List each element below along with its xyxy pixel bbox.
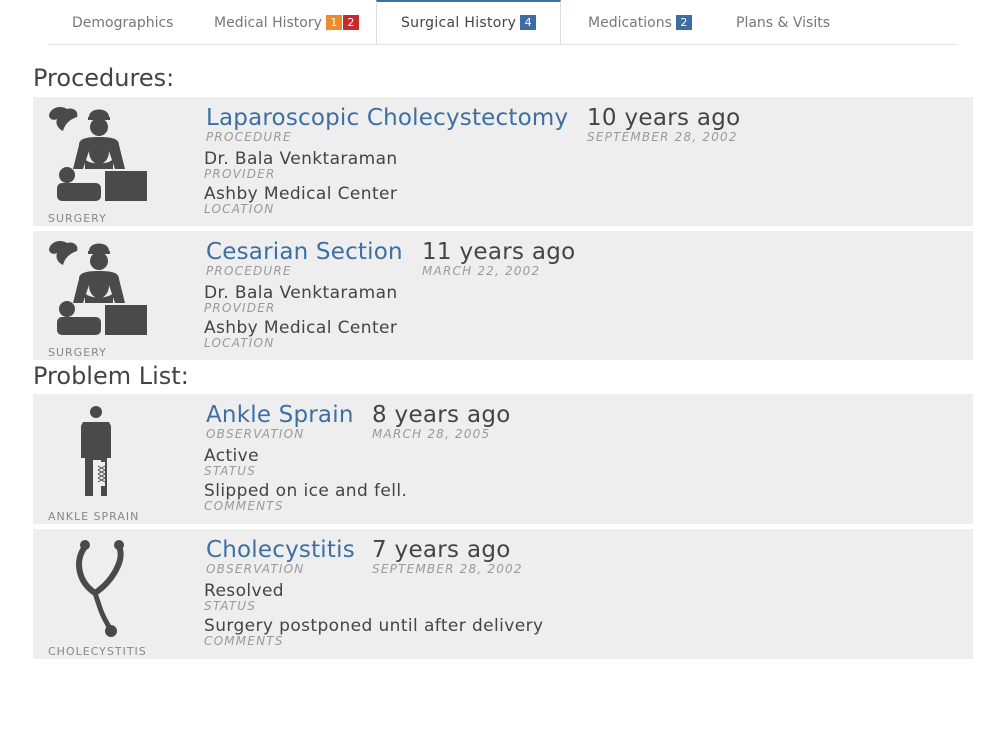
tab-bar: Demographics Medical History 1 2 Surgical … xyxy=(48,0,958,45)
absolute-date: SEPTEMBER 28, 2002 xyxy=(372,562,523,576)
provider-value: Dr. Bala Venktaraman xyxy=(204,283,398,303)
problem-type-label: OBSERVATION xyxy=(206,427,305,441)
tab-label: Medical History xyxy=(214,15,322,31)
comments-value: Surgery postponed until after delivery xyxy=(204,616,544,636)
tab-demographics[interactable]: Demographics xyxy=(72,0,173,44)
crutch-person-icon xyxy=(45,400,155,510)
tab-label: Surgical History xyxy=(401,15,517,31)
tab-surgical-history[interactable]: Surgical History 4 xyxy=(376,0,562,44)
absolute-date: MARCH 28, 2005 xyxy=(372,427,491,441)
procedure-title-link[interactable]: Laparoscopic Cholecystectomy xyxy=(206,105,568,131)
comments-label: COMMENTS xyxy=(204,634,284,648)
provider-value: Dr. Bala Venktaraman xyxy=(204,149,398,169)
location-label: LOCATION xyxy=(204,336,275,350)
location-value: Ashby Medical Center xyxy=(204,184,398,204)
absolute-date: SEPTEMBER 28, 2002 xyxy=(587,130,738,144)
tab-plans-visits[interactable]: Plans & Visits xyxy=(736,0,830,44)
icon-label: CHOLECYSTITIS xyxy=(48,645,147,658)
comments-label: COMMENTS xyxy=(204,499,284,513)
comments-value: Slipped on ice and fell. xyxy=(204,481,408,501)
icon-label: ANKLE SPRAIN xyxy=(48,510,140,523)
status-label: STATUS xyxy=(204,599,257,613)
problem-type-label: OBSERVATION xyxy=(206,562,305,576)
badge-count: 1 xyxy=(325,15,342,30)
relative-date: 7 years ago xyxy=(372,537,511,563)
provider-label: PROVIDER xyxy=(204,167,276,181)
status-value: Resolved xyxy=(204,581,284,601)
procedure-type-label: PROCEDURE xyxy=(206,264,292,278)
location-label: LOCATION xyxy=(204,202,275,216)
status-value: Active xyxy=(204,446,259,466)
icon-label: SURGERY xyxy=(48,212,107,225)
problem-title-link[interactable]: Ankle Sprain xyxy=(206,402,354,428)
tab-medical-history[interactable]: Medical History 1 2 xyxy=(214,0,359,44)
badge-count: 4 xyxy=(520,15,537,30)
problem-card: ANKLE SPRAIN Ankle Sprain OBSERVATION 8 … xyxy=(33,394,973,524)
procedure-type-label: PROCEDURE xyxy=(206,130,292,144)
problem-list-heading: Problem List: xyxy=(33,362,189,390)
procedures-heading: Procedures: xyxy=(33,64,175,92)
tab-medications[interactable]: Medications 2 xyxy=(588,0,692,44)
problem-card: CHOLECYSTITIS Cholecystitis OBSERVATION … xyxy=(33,529,973,659)
relative-date: 11 years ago xyxy=(422,239,576,265)
surgeon-icon xyxy=(45,237,155,347)
location-value: Ashby Medical Center xyxy=(204,318,398,338)
provider-label: PROVIDER xyxy=(204,301,276,315)
badge-count: 2 xyxy=(342,15,359,30)
relative-date: 8 years ago xyxy=(372,402,511,428)
surgeon-icon xyxy=(45,103,155,213)
badge-count: 2 xyxy=(675,15,692,30)
stethoscope-icon xyxy=(45,535,155,645)
status-label: STATUS xyxy=(204,464,257,478)
icon-label: SURGERY xyxy=(48,346,107,359)
procedure-title-link[interactable]: Cesarian Section xyxy=(206,239,403,265)
problem-title-link[interactable]: Cholecystitis xyxy=(206,537,355,563)
absolute-date: MARCH 22, 2002 xyxy=(422,264,541,278)
relative-date: 10 years ago xyxy=(587,105,741,131)
procedure-card: SURGERY Laparoscopic Cholecystectomy PRO… xyxy=(33,97,973,226)
tab-label: Demographics xyxy=(72,15,174,31)
tab-label: Medications xyxy=(588,15,672,31)
procedure-card: SURGERY Cesarian Section PROCEDURE 11 ye… xyxy=(33,231,973,360)
tab-label: Plans & Visits xyxy=(736,15,831,31)
